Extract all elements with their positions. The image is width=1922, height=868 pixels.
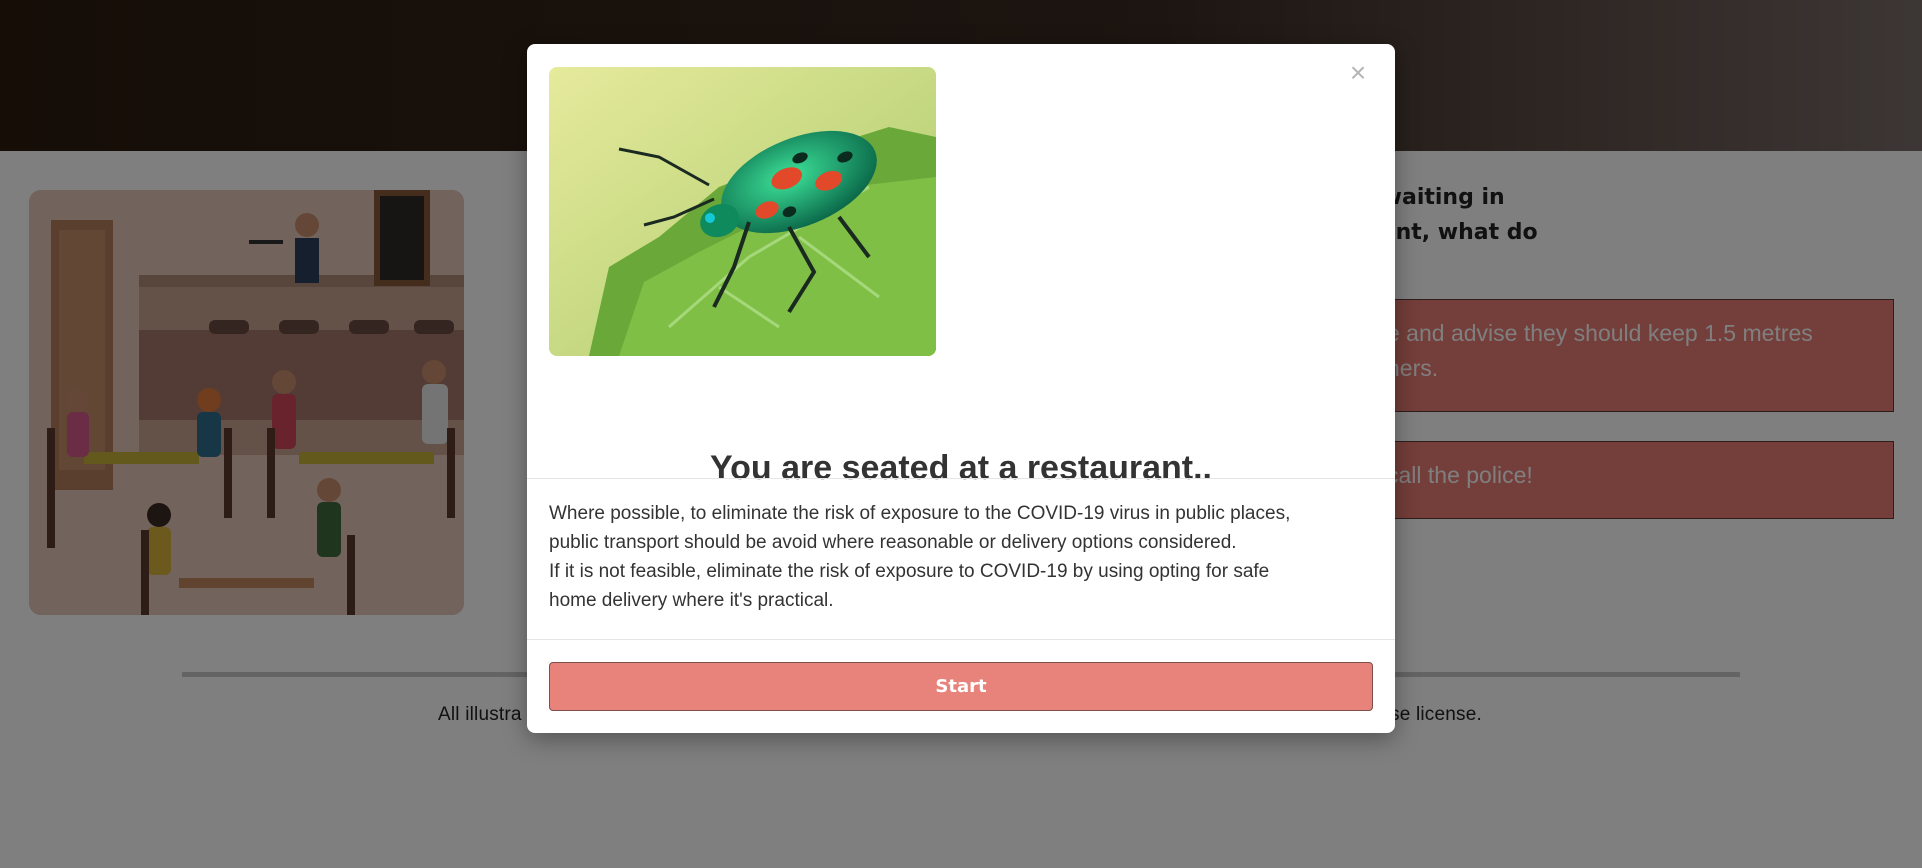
start-button[interactable]: Start <box>549 662 1373 711</box>
modal-footer-divider <box>527 639 1395 640</box>
scenario-modal: × You are seated at a restaurant.. Where… <box>527 44 1395 733</box>
body-line: Where possible, to eliminate the risk of… <box>549 503 1291 524</box>
close-icon[interactable]: × <box>1343 58 1373 88</box>
beetle-on-leaf-icon <box>549 67 936 356</box>
body-line: If it is not feasible, eliminate the ris… <box>549 561 1270 582</box>
body-line: public transport should be avoid where r… <box>549 532 1237 553</box>
modal-body-text: Where possible, to eliminate the risk of… <box>549 499 1379 615</box>
beetle-image <box>549 67 936 356</box>
body-line: home delivery where it's practical. <box>549 590 834 611</box>
modal-header-divider <box>527 478 1395 479</box>
modal-title: You are seated at a restaurant.. <box>709 449 1212 487</box>
